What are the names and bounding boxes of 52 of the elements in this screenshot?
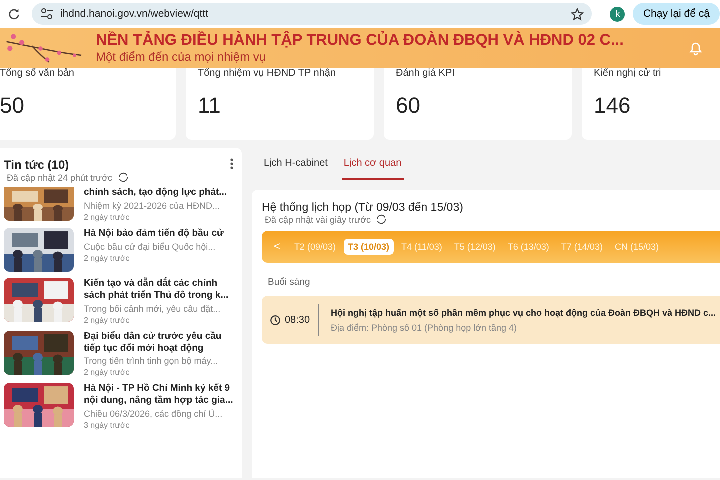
news-time: 2 ngày trước bbox=[84, 368, 131, 378]
news-item[interactable]: Kiến tạo và dẫn dắt các chính sách phát triển Thủ đô trong k... Trong bối cảnh mới, yêu cầu đặt... 2 ngày trước bbox=[4, 278, 234, 325]
event-title: Hội nghị tập huấn một số phần mềm phục vụ cho hoạt động của Đoàn ĐBQH và HĐND c... bbox=[331, 308, 716, 318]
news-summary: Trong tiến trình tinh gọn bộ máy... bbox=[84, 356, 220, 366]
updated-text: Đã cập nhật vài giây trước bbox=[265, 214, 371, 224]
stat-label: Kiến nghị cử tri bbox=[594, 68, 662, 79]
url-text: ihdnd.hanoi.gov.vn/webview/qttt bbox=[60, 8, 210, 20]
profile-avatar[interactable]: k bbox=[610, 6, 626, 22]
news-item[interactable]: Đại biểu dân cử trước yêu cầu tiếp tục đổi mới hoạt động Trong tiến trình tinh gọn bộ máy... 2 ngày trước bbox=[4, 330, 234, 378]
star-icon[interactable] bbox=[571, 8, 584, 20]
reload-icon[interactable] bbox=[8, 7, 20, 21]
header-subtitle: Một điểm đến của mọi nhiệm vụ bbox=[96, 50, 268, 64]
tab[interactable]: Lịch H-cabinet bbox=[262, 148, 330, 180]
stat-value: 146 bbox=[594, 93, 632, 119]
stat-value: 11 bbox=[198, 93, 222, 119]
event-card[interactable]: 08:30 Hội nghị tập huấn một số phần mềm phục vụ cho hoạt động của Đoàn ĐBQH và HĐND c... Địa điểm: Phòng số 01 (Phòng họp lớn tầng 4) bbox=[262, 296, 720, 344]
news-summary: Trong bối cảnh mới, yêu cầu đặt... bbox=[84, 304, 222, 314]
clock-icon bbox=[270, 314, 281, 326]
news-headline: Đại biểu dân cử trước yêu cầu tiếp tục đổi mới hoạt động bbox=[84, 330, 223, 354]
stat-label: Tổng nhiệm vụ HĐND TP nhận bbox=[198, 68, 338, 79]
news-time: 2 ngày trước bbox=[84, 254, 131, 263]
news-time: 2 ngày trước bbox=[84, 212, 131, 222]
event-location: Địa điểm: Phòng số 01 (Phòng họp lớn tầng 4) bbox=[331, 322, 518, 332]
news-summary: Chiều 06/3/2026, các đồng chí Ủ... bbox=[84, 409, 224, 420]
news-summary: Cuộc bầu cử đại biểu Quốc hội... bbox=[84, 242, 217, 252]
schedule-title: Hệ thống lịch họp (Từ 09/03 đến 15/03) bbox=[262, 202, 464, 214]
news-item[interactable]: Hà Nội - TP Hồ Chí Minh ký kết 9 nội dung, nâng tầm hợp tác gia... Chiều 06/3/2026, các đồng chí Ủ... 3 ngày trước bbox=[4, 383, 234, 430]
tune-icon[interactable] bbox=[40, 8, 54, 20]
refresh-icon[interactable] bbox=[118, 172, 128, 183]
header-title: NỀN TẢNG ĐIỀU HÀNH TẬP TRUNG CỦA ĐOÀN ĐBQH VÀ HĐND 02 C... bbox=[96, 32, 625, 50]
stat-value: 50 bbox=[0, 93, 26, 119]
relaunch-button[interactable]: Chạy lại để cậ bbox=[633, 3, 720, 25]
news-item[interactable]: Hà Nội bảo đảm tiến độ bầu cử Cuộc bầu cử đại biểu Quốc hội... 2 ngày trước bbox=[4, 228, 234, 272]
news-summary: Nhiệm kỳ 2021-2026 của HĐND... bbox=[84, 200, 222, 211]
news-title: Tin tức (10) bbox=[4, 158, 70, 172]
news-headline: Kiến tạo và dẫn dắt các chính sách phát triển Thủ đô trong k... bbox=[84, 278, 230, 302]
event-time: 08:30 bbox=[284, 314, 310, 326]
news-headline: Hà Nội - TP Hồ Chí Minh ký kết 9 nội dung, nâng tầm hợp tác gia... bbox=[84, 383, 234, 408]
session-label: Buổi sáng bbox=[268, 277, 312, 288]
stat-label: Tổng số văn bản bbox=[0, 68, 76, 79]
news-time: 2 ngày trước bbox=[84, 316, 131, 325]
tab[interactable]: Lịch cơ quan bbox=[342, 148, 404, 180]
stat-label: Đánh giá KPI bbox=[396, 68, 456, 79]
updated-text: Đã cập nhật 24 phút trước bbox=[7, 172, 112, 182]
refresh-icon[interactable] bbox=[376, 214, 387, 225]
news-headline: chính sách, tạo động lực phát... bbox=[84, 187, 228, 199]
news-item[interactable]: chính sách, tạo động lực phát... Nhiệm kỳ 2021-2026 của HĐND... 2 ngày trước bbox=[4, 187, 234, 222]
address-bar[interactable]: ihdnd.hanoi.gov.vn/webview/qttt bbox=[32, 3, 592, 25]
stat-value: 60 bbox=[396, 93, 422, 119]
news-headline: Hà Nội bảo đảm tiến độ bầu cử bbox=[84, 228, 225, 240]
more-icon[interactable] bbox=[230, 158, 234, 170]
news-time: 3 ngày trước bbox=[84, 421, 131, 430]
